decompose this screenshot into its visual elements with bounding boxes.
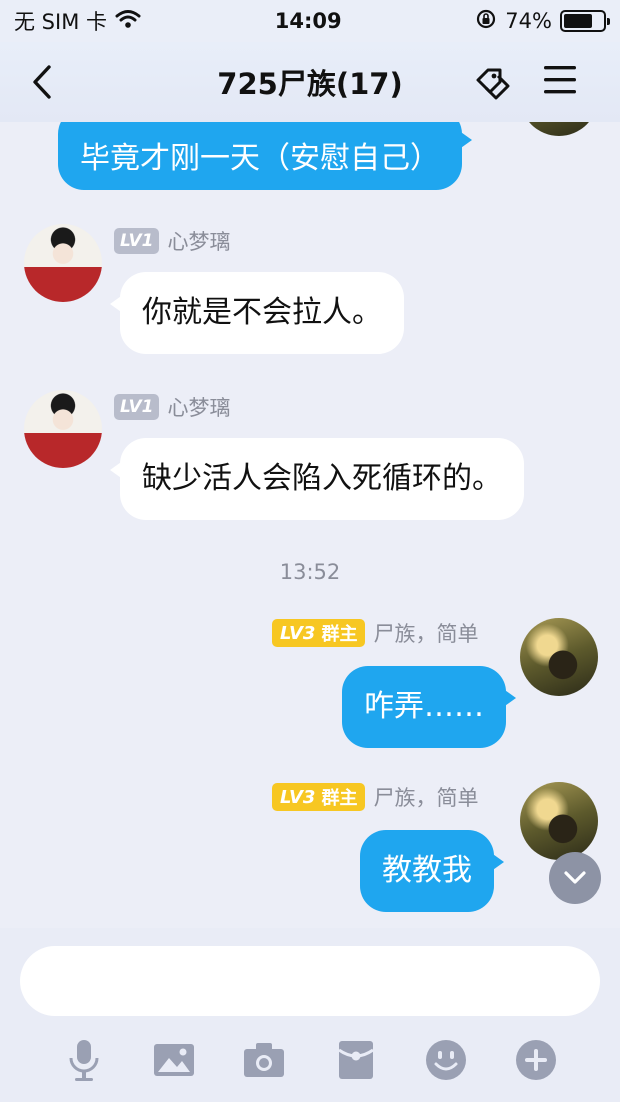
- menu-icon[interactable]: [540, 62, 588, 106]
- role-label: 群主: [321, 788, 358, 809]
- sender-meta: LV3 群主 尸族，简单: [272, 618, 478, 648]
- avatar[interactable]: [24, 224, 102, 302]
- scroll-to-bottom-button[interactable]: [549, 852, 601, 904]
- avatar[interactable]: [520, 782, 598, 860]
- microphone-icon[interactable]: [60, 1036, 108, 1084]
- sender-name[interactable]: 心梦璃: [167, 392, 230, 422]
- owner-badge: LV3 群主: [272, 783, 366, 811]
- sender-name[interactable]: 尸族，简单: [373, 618, 478, 648]
- battery-icon: [559, 10, 610, 32]
- message-text: 你就是不会拉人。: [142, 295, 382, 330]
- message-bubble[interactable]: 咋弄……: [342, 666, 516, 748]
- avatar[interactable]: [520, 122, 598, 136]
- image-icon[interactable]: [150, 1036, 198, 1084]
- emoji-icon[interactable]: [422, 1036, 470, 1084]
- plus-icon[interactable]: [512, 1036, 560, 1084]
- message-text: 咋弄……: [364, 689, 484, 724]
- orientation-lock-icon: [475, 8, 497, 35]
- wifi-icon: [115, 9, 141, 34]
- message-bubble[interactable]: 毕竟才刚一天（安慰自己）: [58, 122, 472, 190]
- sender-meta: LV1 心梦璃: [114, 392, 230, 422]
- level-badge: LV1: [114, 228, 160, 254]
- status-right: 74%: [475, 8, 610, 35]
- owner-badge: LV3 群主: [272, 619, 366, 647]
- message-text: 教教我: [382, 853, 472, 888]
- status-bar: 无 SIM 卡 14:09 74%: [0, 0, 620, 42]
- clock: 14:09: [274, 9, 342, 33]
- battery-fill: [563, 14, 593, 28]
- message-bubble[interactable]: 教教我: [360, 830, 504, 912]
- status-left: 无 SIM 卡: [14, 6, 141, 36]
- nav-bar: 725尸族(17): [0, 42, 620, 122]
- level-badge: LV1: [114, 394, 160, 420]
- tag-icon[interactable]: [470, 62, 514, 106]
- message-bubble[interactable]: 你就是不会拉人。: [110, 272, 404, 354]
- sender-name[interactable]: 尸族，简单: [373, 782, 478, 812]
- role-label: 群主: [321, 624, 358, 645]
- sender-name[interactable]: 心梦璃: [167, 226, 230, 256]
- battery-percent: 74%: [505, 9, 552, 33]
- level-label: LV3: [280, 622, 316, 644]
- input-toolbar: [0, 1032, 620, 1092]
- group-title: 725尸族(17): [217, 67, 403, 101]
- message-bubble[interactable]: 缺少活人会陷入死循环的。: [110, 438, 524, 520]
- avatar[interactable]: [24, 390, 102, 468]
- back-icon[interactable]: [22, 60, 62, 104]
- red-packet-icon[interactable]: [332, 1036, 380, 1084]
- time-separator: 13:52: [279, 560, 341, 584]
- carrier-label: 无 SIM 卡: [14, 10, 107, 34]
- camera-icon[interactable]: [240, 1036, 288, 1084]
- message-text: 缺少活人会陷入死循环的。: [142, 461, 502, 496]
- level-label: LV3: [280, 786, 316, 808]
- avatar[interactable]: [520, 618, 598, 696]
- message-input[interactable]: [20, 946, 600, 1016]
- sender-meta: LV3 群主 尸族，简单: [272, 782, 478, 812]
- chat-area[interactable]: 毕竟才刚一天（安慰自己） LV1 心梦璃 你就是不会拉人。 LV1 心梦璃 缺少…: [0, 122, 620, 928]
- input-area: [0, 928, 620, 1102]
- message-text: 毕竟才刚一天（安慰自己）: [80, 141, 440, 176]
- chevron-down-icon: [564, 871, 586, 884]
- sender-meta: LV1 心梦璃: [114, 226, 230, 256]
